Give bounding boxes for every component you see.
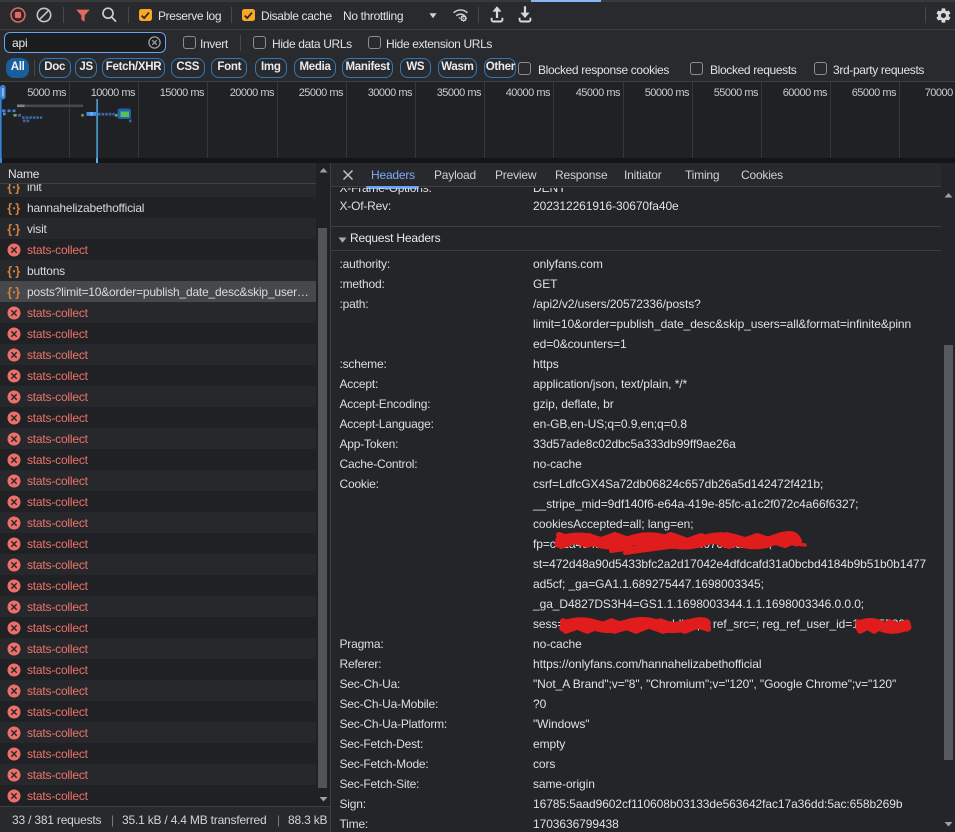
svg-text:}: } [15, 222, 20, 236]
svg-text:{: { [7, 201, 12, 215]
svg-text:}: } [15, 201, 20, 215]
svg-text:}: } [15, 184, 20, 194]
svg-text:{: { [7, 264, 12, 278]
svg-text:{: { [7, 285, 12, 299]
svg-text:}: } [15, 285, 20, 299]
svg-text:{: { [7, 184, 12, 194]
svg-text:{: { [7, 222, 12, 236]
svg-text:}: } [15, 264, 20, 278]
